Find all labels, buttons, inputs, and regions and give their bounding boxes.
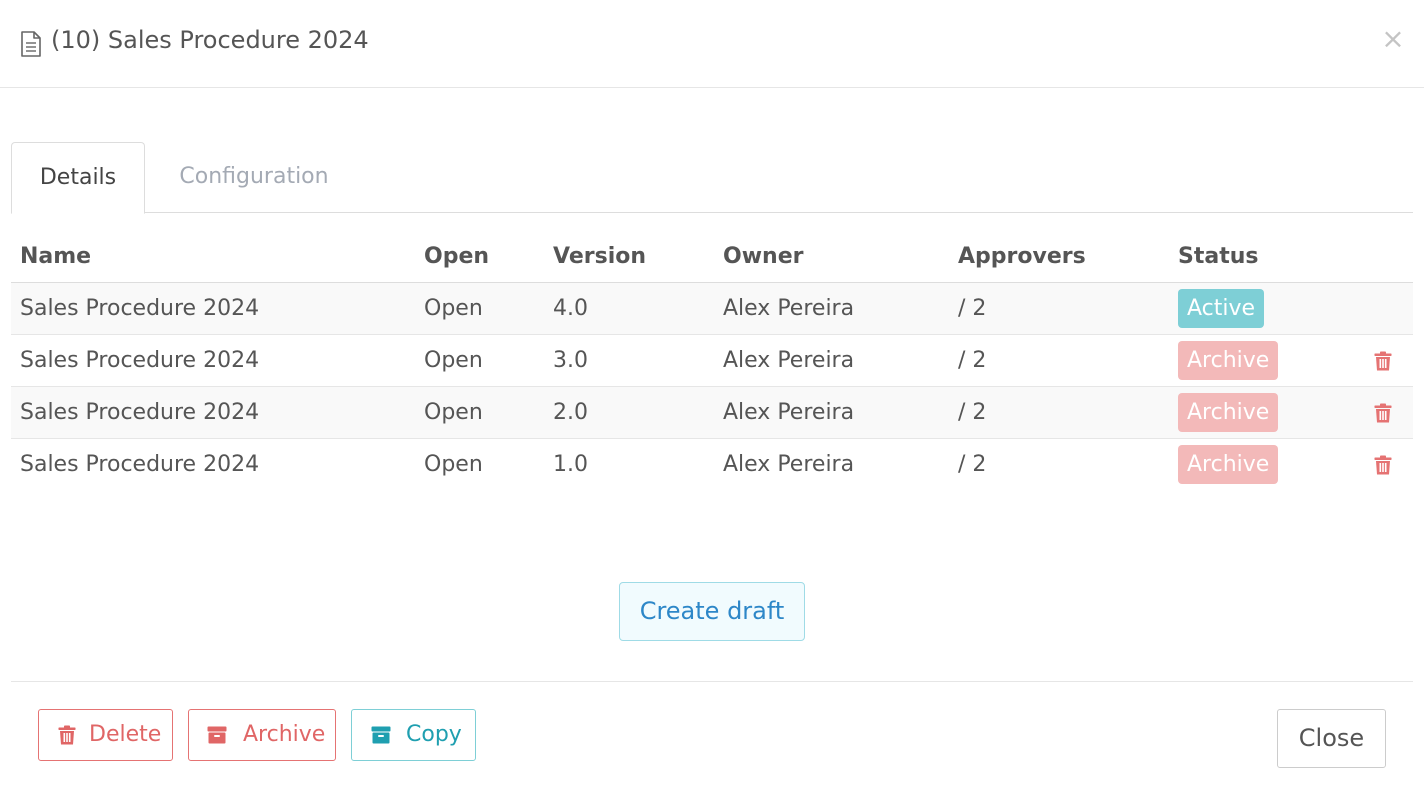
row-name: Sales Procedure 2024 [11, 386, 415, 439]
footer-divider [11, 681, 1413, 682]
modal-header: (10) Sales Procedure 2024 × [0, 0, 1424, 88]
delete-button[interactable]: Delete [38, 709, 173, 761]
archive-box-icon [371, 726, 391, 744]
tab-configuration[interactable]: Configuration [161, 142, 347, 213]
modal-title: (10) Sales Procedure 2024 [51, 26, 369, 54]
trash-icon[interactable] [1374, 455, 1392, 475]
copy-button[interactable]: Copy [351, 709, 476, 761]
copy-button-label: Copy [406, 722, 462, 747]
row-open-link[interactable]: Open [415, 386, 544, 439]
document-icon [21, 31, 41, 57]
status-badge: Archive [1178, 340, 1279, 380]
column-header-actions [1353, 232, 1413, 283]
row-owner-link[interactable]: Alex Pereira [714, 334, 949, 387]
row-approvers-link[interactable]: / 2 [949, 334, 1169, 387]
row-name-link[interactable]: Sales Procedure 2024 [11, 282, 415, 335]
delete-button-label: Delete [89, 722, 162, 747]
trash-icon[interactable] [1374, 403, 1392, 423]
table-header-row: Name Open Version Owner Approvers Status [11, 232, 1413, 283]
tab-details[interactable]: Details [11, 142, 145, 214]
row-name: Sales Procedure 2024 [11, 334, 415, 387]
column-header-version: Version [544, 232, 714, 283]
column-header-name: Name [11, 232, 415, 283]
trash-icon [58, 725, 76, 745]
row-owner-link[interactable]: Alex Pereira [714, 282, 949, 335]
column-header-status: Status [1169, 232, 1353, 283]
close-icon[interactable]: × [1380, 24, 1406, 54]
archive-box-icon [207, 726, 227, 744]
table-row: Sales Procedure 2024 Open 2.0 Alex Perei… [11, 386, 1413, 439]
archive-button-label: Archive [243, 722, 326, 747]
tab-bar: Details Configuration [11, 142, 1413, 214]
row-owner-link[interactable]: Alex Pereira [714, 386, 949, 439]
row-version: 2.0 [544, 386, 714, 439]
row-approvers-link[interactable]: / 2 [949, 386, 1169, 439]
row-version: 3.0 [544, 334, 714, 387]
row-version: 1.0 [553, 451, 588, 477]
row-open-link[interactable]: Open [415, 438, 544, 490]
status-badge: Archive [1178, 392, 1279, 432]
status-badge: Archive [1178, 444, 1279, 484]
status-badge: Active [1178, 288, 1265, 328]
table-row: Sales Procedure 2024 Open 3.0 Alex Perei… [11, 334, 1413, 387]
row-approvers-link[interactable]: / 2 [949, 438, 1169, 490]
table-row: Sales Procedure 2024 Open 1.0 Alex Perei… [11, 438, 1413, 490]
row-name: Sales Procedure 2024 [20, 451, 260, 477]
archive-button[interactable]: Archive [188, 709, 336, 761]
create-draft-button[interactable]: Create draft [619, 582, 805, 641]
column-header-open: Open [415, 232, 544, 283]
table-row: Sales Procedure 2024 Open 4.0 Alex Perei… [11, 282, 1413, 335]
row-open-link[interactable]: Open [415, 282, 544, 335]
trash-icon[interactable] [1374, 351, 1392, 371]
row-approvers-link[interactable]: / 2 [949, 282, 1169, 335]
row-open-link[interactable]: Open [415, 334, 544, 387]
versions-table: Name Open Version Owner Approvers Status… [11, 232, 1413, 490]
column-header-owner: Owner [714, 232, 949, 283]
row-owner-link[interactable]: Alex Pereira [714, 438, 949, 490]
row-version: 4.0 [544, 282, 714, 335]
column-header-approvers: Approvers [949, 232, 1169, 283]
close-button[interactable]: Close [1277, 709, 1386, 768]
